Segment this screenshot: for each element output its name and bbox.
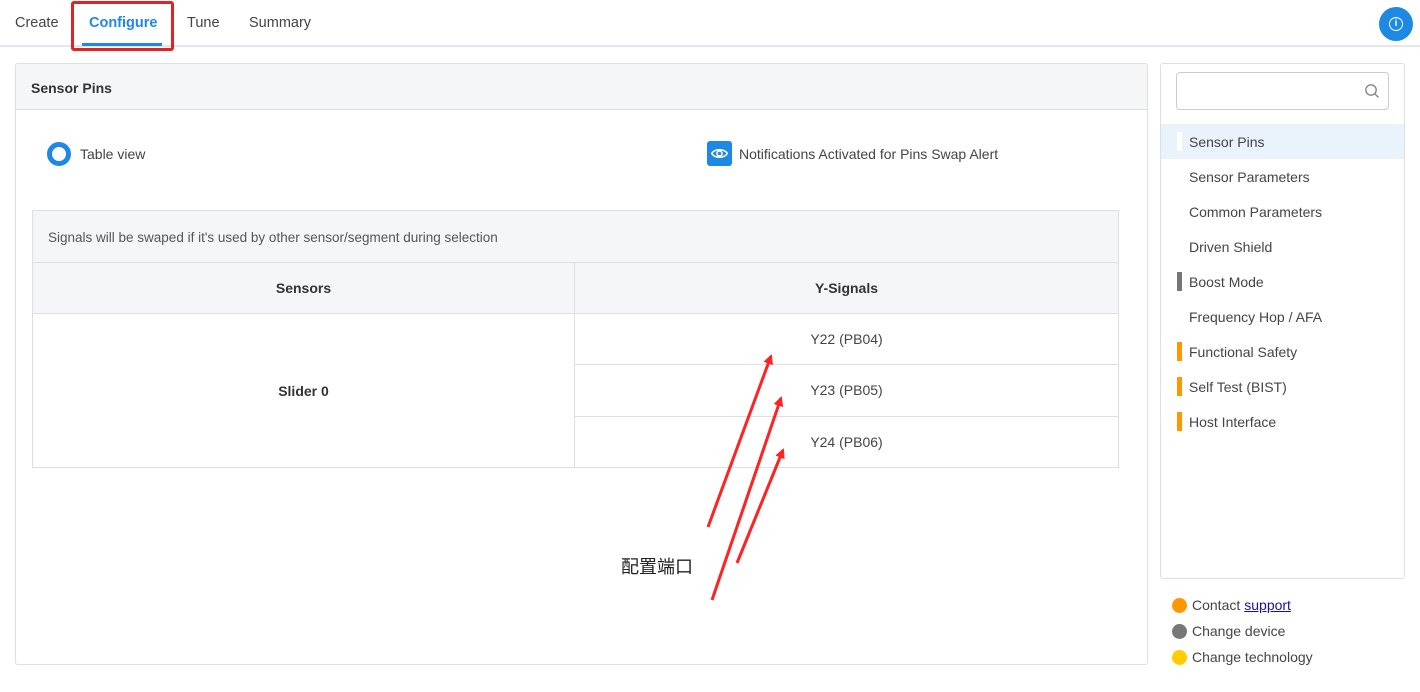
- yellow-dot-icon: [1172, 649, 1187, 665]
- change-technology-link[interactable]: Change technology: [1172, 644, 1313, 670]
- nav-marker: [1177, 132, 1182, 151]
- annotation-highlight-box: [71, 1, 174, 51]
- nav-marker: [1177, 412, 1182, 431]
- top-tab-bar: Create Configure Tune Summary i: [0, 0, 1420, 51]
- sidebar-item-label: Boost Mode: [1189, 273, 1264, 290]
- notification-label: Notifications Activated for Pins Swap Al…: [739, 145, 999, 162]
- nav-marker: [1177, 272, 1182, 291]
- annotation-text: 配置端口: [621, 557, 693, 578]
- sidebar-item-functional-safety[interactable]: Functional Safety: [1161, 334, 1404, 369]
- radio-selected-icon[interactable]: [47, 142, 71, 166]
- table-header-row: Sensors Y-Signals: [33, 263, 1118, 314]
- sensor-name-cell: Slider 0: [33, 314, 575, 467]
- sidebar-item-driven-shield[interactable]: Driven Shield: [1161, 229, 1404, 264]
- header-sensors: Sensors: [33, 263, 575, 313]
- signal-cell-y24[interactable]: Y24 (PB06): [575, 417, 1118, 467]
- sidebar-item-frequency-hop[interactable]: Frequency Hop / AFA: [1161, 299, 1404, 334]
- sidebar-item-common-parameters[interactable]: Common Parameters: [1161, 194, 1404, 229]
- footer-links: Contact support Change device Change tec…: [1172, 592, 1313, 670]
- sidebar-item-self-test[interactable]: Self Test (BIST): [1161, 369, 1404, 404]
- table-view-option[interactable]: Table view: [47, 142, 145, 166]
- signals-table: Signals will be swaped if it's used by o…: [32, 210, 1119, 468]
- sidebar-item-label: Functional Safety: [1189, 343, 1298, 360]
- tab-tune[interactable]: Tune: [187, 15, 220, 31]
- right-sidebar: Sensor Pins Sensor Parameters Common Par…: [1160, 63, 1405, 579]
- info-icon: i: [1389, 17, 1403, 31]
- info-button[interactable]: i: [1379, 7, 1413, 41]
- eye-icon[interactable]: [707, 141, 732, 166]
- contact-support-row: Contact support: [1172, 592, 1313, 618]
- sidebar-item-label: Common Parameters: [1189, 203, 1323, 220]
- header-y-signals: Y-Signals: [814, 280, 879, 296]
- orange-dot-icon: [1172, 597, 1187, 613]
- search-icon[interactable]: [1364, 83, 1380, 99]
- sidebar-item-label: Self Test (BIST): [1189, 378, 1287, 395]
- table-view-label: Table view: [80, 146, 146, 162]
- sidebar-item-sensor-pins[interactable]: Sensor Pins: [1161, 124, 1404, 159]
- nav-marker: [1177, 342, 1182, 361]
- sidebar-item-label: Host Interface: [1189, 413, 1277, 430]
- tab-create[interactable]: Create: [15, 15, 59, 31]
- signal-cell-y23[interactable]: Y23 (PB05): [575, 365, 1118, 417]
- panel-title: Sensor Pins: [16, 64, 1147, 110]
- gray-dot-icon: [1172, 623, 1187, 639]
- sidebar-item-label: Driven Shield: [1189, 238, 1273, 255]
- sidebar-item-label: Frequency Hop / AFA: [1189, 308, 1323, 325]
- search-box: [1176, 72, 1389, 110]
- nav-marker: [1177, 377, 1182, 396]
- table-note: Signals will be swaped if it's used by o…: [33, 211, 1118, 263]
- sensor-pins-panel: Sensor Pins Table view Notifications Act…: [15, 63, 1148, 665]
- sidebar-item-sensor-parameters[interactable]: Sensor Parameters: [1161, 159, 1404, 194]
- sidebar-item-boost-mode[interactable]: Boost Mode: [1161, 264, 1404, 299]
- change-technology-label: Change technology: [1192, 649, 1313, 665]
- support-link[interactable]: support: [1244, 597, 1291, 613]
- contact-label: Contact: [1192, 597, 1241, 613]
- signals-column: Y22 (PB04) Y23 (PB05) Y24 (PB06): [575, 314, 1118, 467]
- sidebar-item-label: Sensor Pins: [1189, 133, 1265, 150]
- sidebar-item-label: Sensor Parameters: [1189, 168, 1310, 185]
- sidebar-nav: Sensor Pins Sensor Parameters Common Par…: [1161, 124, 1404, 439]
- tab-summary[interactable]: Summary: [249, 15, 311, 31]
- table-row: Slider 0 Y22 (PB04) Y23 (PB05) Y24 (PB06…: [33, 314, 1118, 467]
- notification-toggle[interactable]: Notifications Activated for Pins Swap Al…: [707, 141, 998, 166]
- sidebar-item-host-interface[interactable]: Host Interface: [1161, 404, 1404, 439]
- change-device-label: Change device: [1192, 623, 1286, 639]
- search-input[interactable]: [1185, 73, 1365, 107]
- change-device-link[interactable]: Change device: [1172, 618, 1313, 644]
- signal-cell-y22[interactable]: Y22 (PB04): [575, 314, 1118, 366]
